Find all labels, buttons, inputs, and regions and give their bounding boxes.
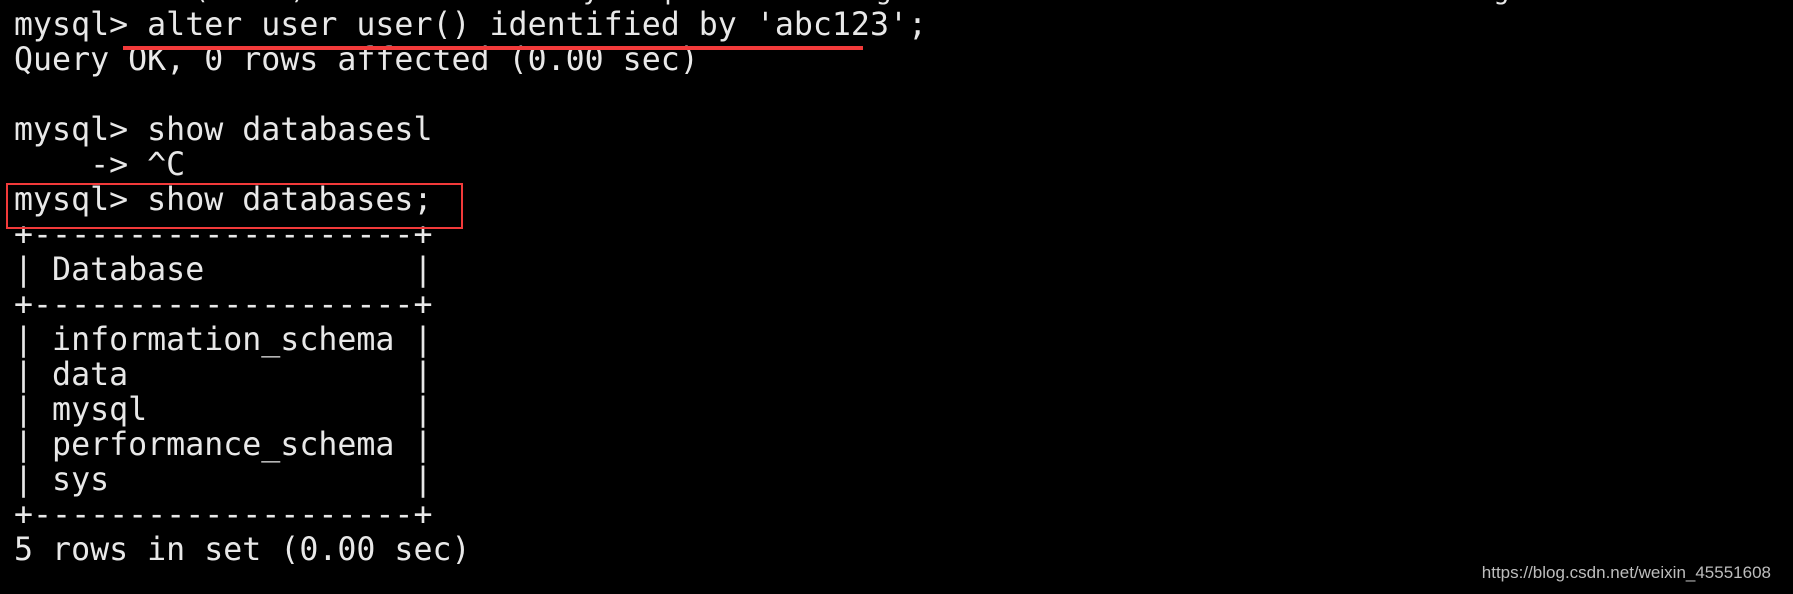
terminal-line: | data | — [14, 357, 433, 393]
red-box-annotation — [6, 183, 463, 229]
terminal-line: mysql> alter user user() identified by '… — [14, 7, 928, 43]
terminal-line: mysql> show databasesl — [14, 112, 433, 148]
terminal-line: | mysql | — [14, 392, 433, 428]
terminal-line: | information_schema | — [14, 322, 433, 358]
terminal-line: -> ^C — [14, 147, 186, 183]
terminal-line: +--------------------+ — [14, 497, 433, 533]
red-underline-annotation — [123, 46, 863, 50]
terminal-line: | Database | — [14, 252, 433, 288]
terminal-line: | performance_schema | — [14, 427, 433, 463]
terminal-line: | sys | — [14, 462, 433, 498]
terminal-line: +--------------------+ — [14, 287, 433, 323]
terminal-output[interactable]: ERROR 1820 (HY000): You must reset your … — [14, 0, 1770, 568]
watermark: https://blog.csdn.net/weixin_45551608 — [1481, 563, 1771, 582]
